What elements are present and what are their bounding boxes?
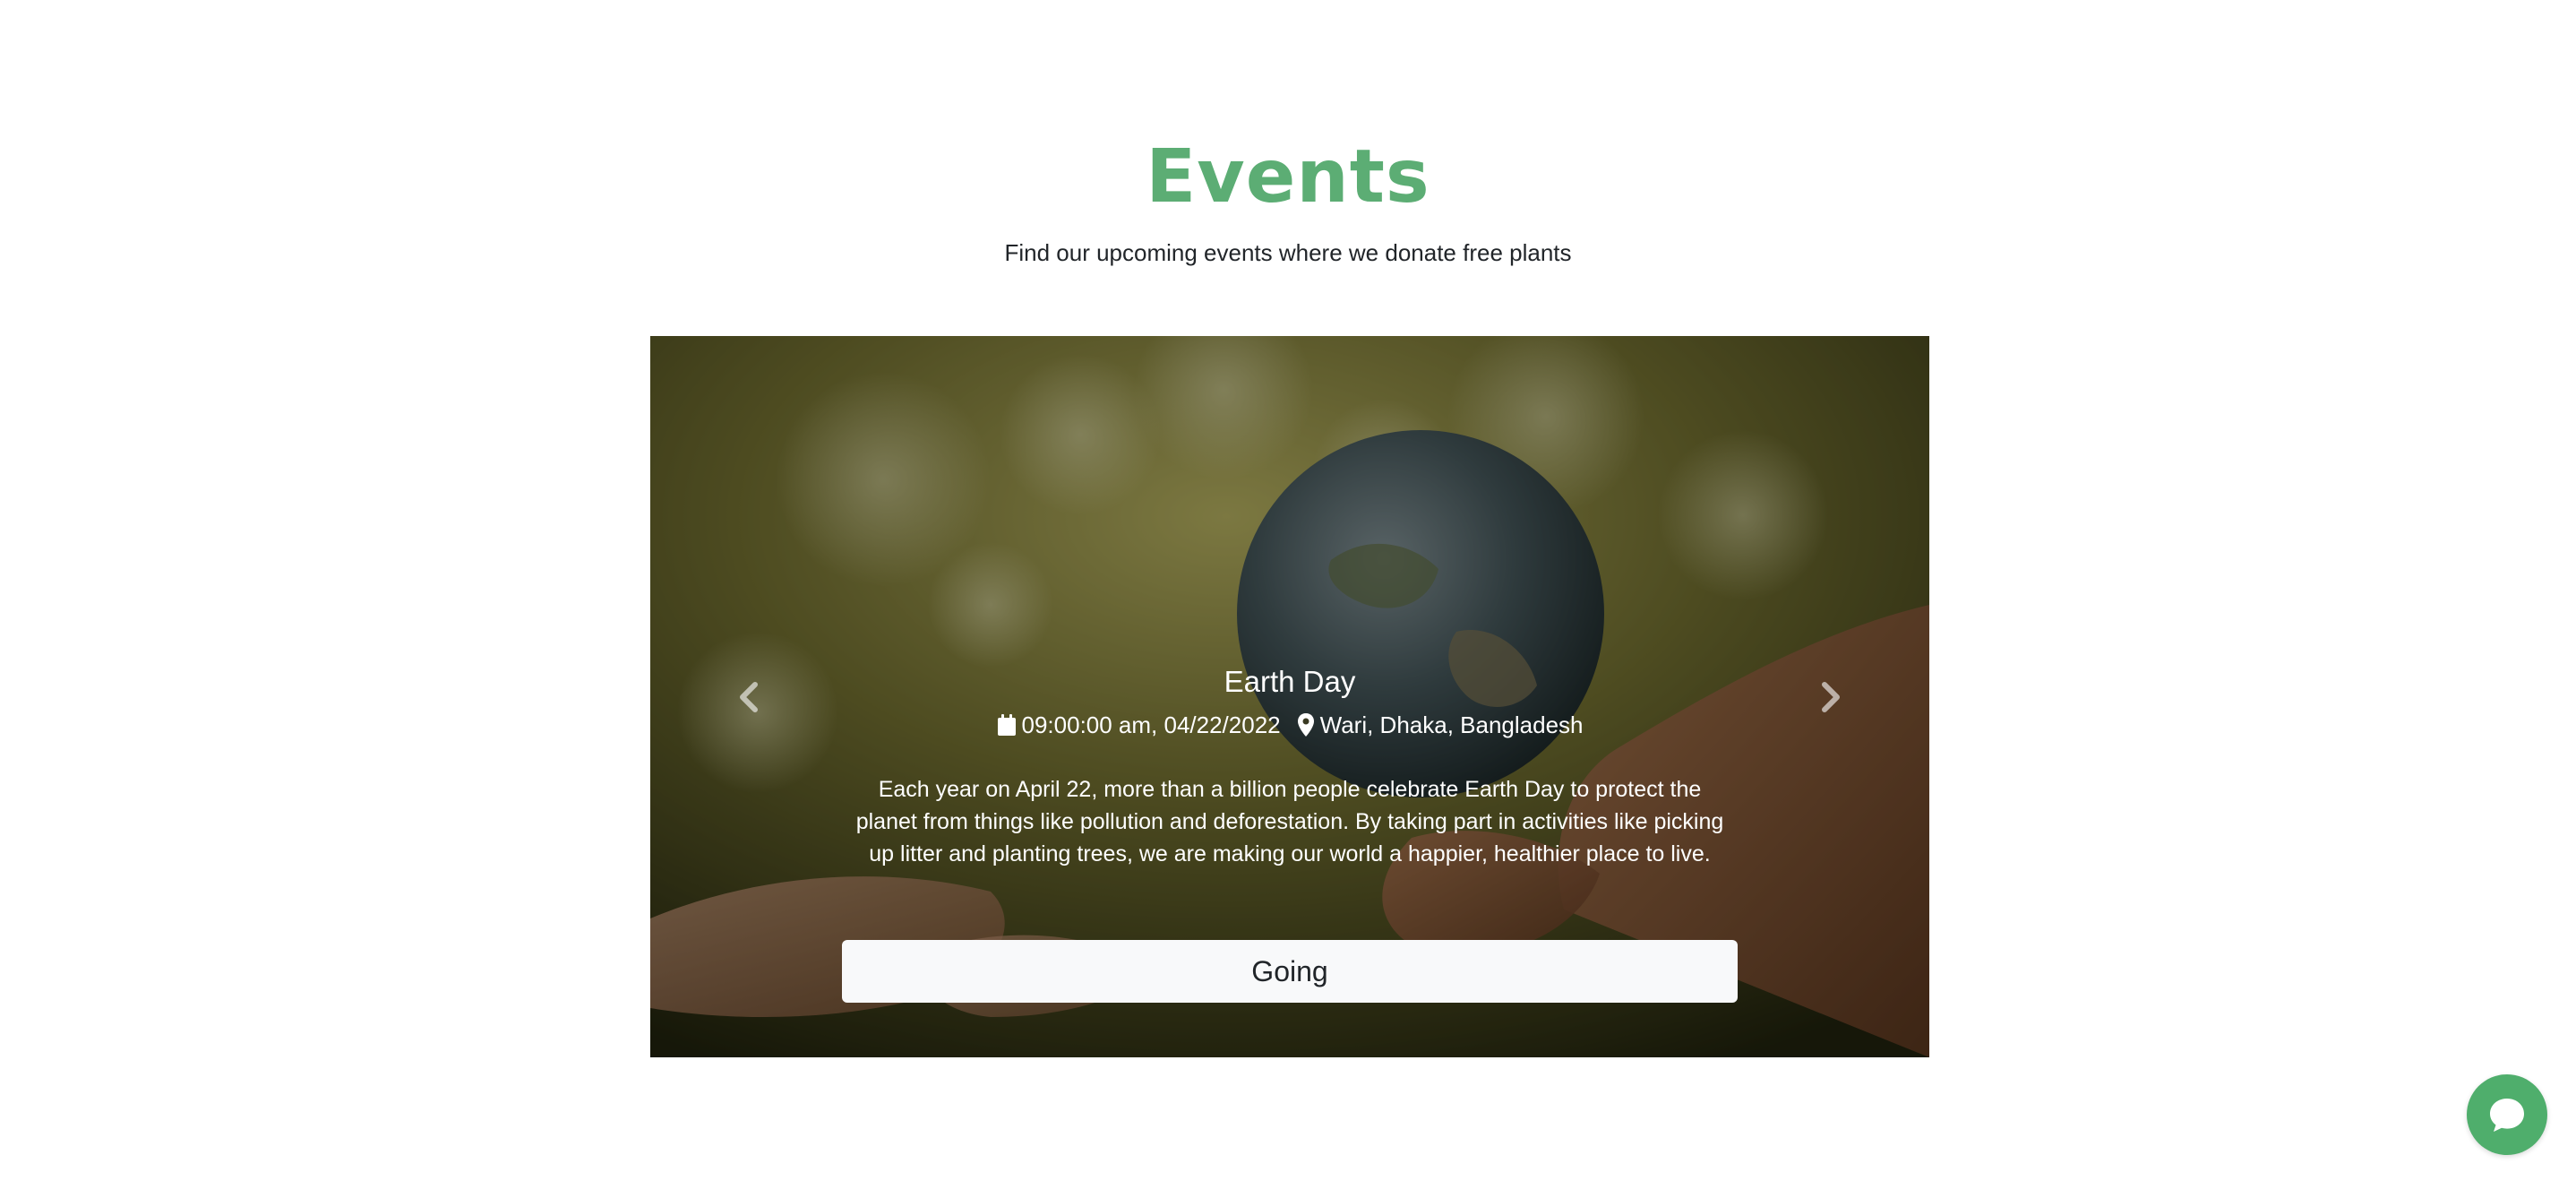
event-datetime-text: 09:00:00 am, 04/22/2022 <box>1021 711 1281 738</box>
events-carousel: Earth Day 09:00:00 am, 04/22/2022 Wari, … <box>650 336 1929 1057</box>
event-meta: 09:00:00 am, 04/22/2022 Wari, Dhaka, Ban… <box>650 709 1929 741</box>
map-marker-icon <box>1297 713 1314 737</box>
carousel-caption: Earth Day 09:00:00 am, 04/22/2022 Wari, … <box>650 336 1929 1057</box>
event-location-text: Wari, Dhaka, Bangladesh <box>1319 711 1584 738</box>
event-location: Wari, Dhaka, Bangladesh <box>1297 709 1584 741</box>
chat-launcher-button[interactable] <box>2467 1074 2547 1155</box>
calendar-icon <box>997 714 1016 736</box>
section-title: Events <box>1146 134 1430 220</box>
chat-bubble-icon <box>2490 1099 2524 1132</box>
events-page: Events Find our upcoming events where we… <box>0 0 2576 1181</box>
event-title: Earth Day <box>1224 665 1356 698</box>
going-button[interactable]: Going <box>842 940 1738 1003</box>
event-datetime: 09:00:00 am, 04/22/2022 <box>997 709 1281 741</box>
event-description: Each year on April 22, more than a billi… <box>855 777 1724 866</box>
section-subtitle: Find our upcoming events where we donate… <box>1004 239 1572 266</box>
